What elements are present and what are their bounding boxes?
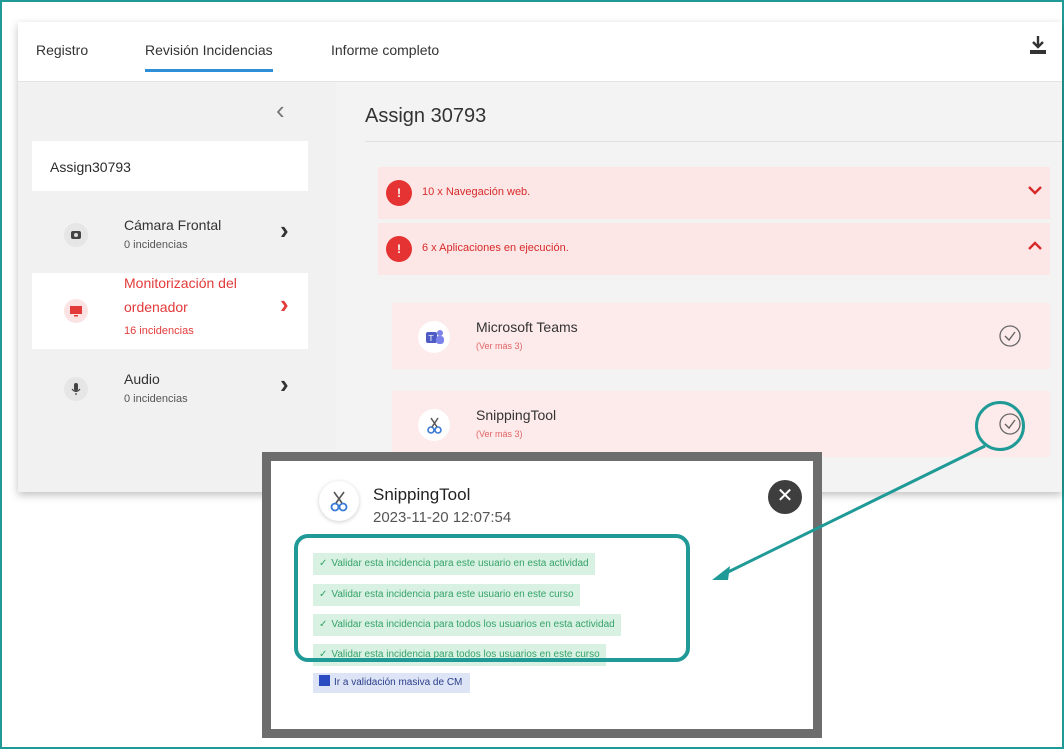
assignment-label: Assign30793 xyxy=(32,141,308,191)
snipping-tool-icon xyxy=(319,481,359,521)
sidebar-item-audio[interactable]: Audio 0 incidencias › xyxy=(32,361,308,421)
see-more-link[interactable]: (Ver más 3) xyxy=(476,341,523,351)
checkbox-icon xyxy=(319,675,330,686)
microphone-icon xyxy=(64,377,88,401)
app-name: SnippingTool xyxy=(476,407,557,423)
main-panel: Assign 30793 ! 10 x Navegación web. ! 6 … xyxy=(350,83,1062,492)
page-title: Assign 30793 xyxy=(365,105,487,127)
incident-label: 6 x Aplicaciones en ejecución. xyxy=(422,242,569,254)
app-row-snippingtool[interactable]: SnippingTool (Ver más 3) xyxy=(392,391,1050,457)
top-tab-bar: Registro Revisión Incidencias Informe co… xyxy=(18,22,1062,82)
validate-check-icon[interactable] xyxy=(998,324,1022,348)
teams-logo-icon: T xyxy=(418,321,450,353)
divider xyxy=(365,141,1062,142)
highlight-circle-check xyxy=(975,401,1025,451)
camera-icon xyxy=(64,223,88,247)
chevron-right-icon: › xyxy=(280,289,289,319)
incident-row-aplicaciones[interactable]: ! 6 x Aplicaciones en ejecución. xyxy=(378,223,1050,275)
app-name: Microsoft Teams xyxy=(476,319,578,335)
sidebar-item-title: Cámara Frontal xyxy=(124,217,222,233)
app-window: Registro Revisión Incidencias Informe co… xyxy=(18,22,1062,492)
massive-validation-checkbox[interactable]: Ir a validación masiva de CM xyxy=(313,673,471,693)
sidebar-item-count: 16 incidencias xyxy=(124,325,194,337)
chevron-up-icon[interactable] xyxy=(1024,235,1046,257)
popup-title: SnippingTool xyxy=(373,485,471,504)
alert-icon: ! xyxy=(386,180,412,206)
sidebar-item-count: 0 incidencias xyxy=(124,239,188,251)
download-icon[interactable] xyxy=(1028,34,1048,56)
alert-icon: ! xyxy=(386,236,412,262)
sidebar-item-title-line2: ordenador xyxy=(124,299,188,315)
tab-registro[interactable]: Registro xyxy=(36,42,88,58)
snipping-tool-icon xyxy=(418,409,450,441)
sidebar-item-count: 0 incidencias xyxy=(124,393,188,405)
collapse-sidebar-icon[interactable]: ‹ xyxy=(276,95,285,126)
see-more-link[interactable]: (Ver más 3) xyxy=(476,429,523,439)
chevron-right-icon: › xyxy=(280,215,289,245)
monitor-icon xyxy=(64,299,88,323)
popup-timestamp: 2023-11-20 12:07:54 xyxy=(373,509,512,526)
sidebar-item-title: Monitorización del xyxy=(124,275,237,291)
sidebar: ‹ Assign30793 Cámara Frontal 0 incidenci… xyxy=(18,83,336,492)
chevron-right-icon: › xyxy=(280,369,289,399)
tab-informe-completo[interactable]: Informe completo xyxy=(331,42,439,58)
svg-text:T: T xyxy=(428,334,434,343)
incident-label: 10 x Navegación web. xyxy=(422,186,531,198)
chevron-down-icon[interactable] xyxy=(1024,179,1046,201)
sidebar-item-title: Audio xyxy=(124,371,160,387)
tab-revision-incidencias[interactable]: Revisión Incidencias xyxy=(145,42,273,72)
highlight-box-options xyxy=(294,534,690,662)
sidebar-item-monitorizacion[interactable]: Monitorización del ordenador 16 incidenc… xyxy=(32,273,308,349)
app-row-microsoft-teams[interactable]: T Microsoft Teams (Ver más 3) xyxy=(392,303,1050,369)
incident-row-navegacion[interactable]: ! 10 x Navegación web. xyxy=(378,167,1050,219)
close-button[interactable]: ✕ xyxy=(768,480,802,514)
sidebar-item-camara-frontal[interactable]: Cámara Frontal 0 incidencias › xyxy=(32,201,308,271)
